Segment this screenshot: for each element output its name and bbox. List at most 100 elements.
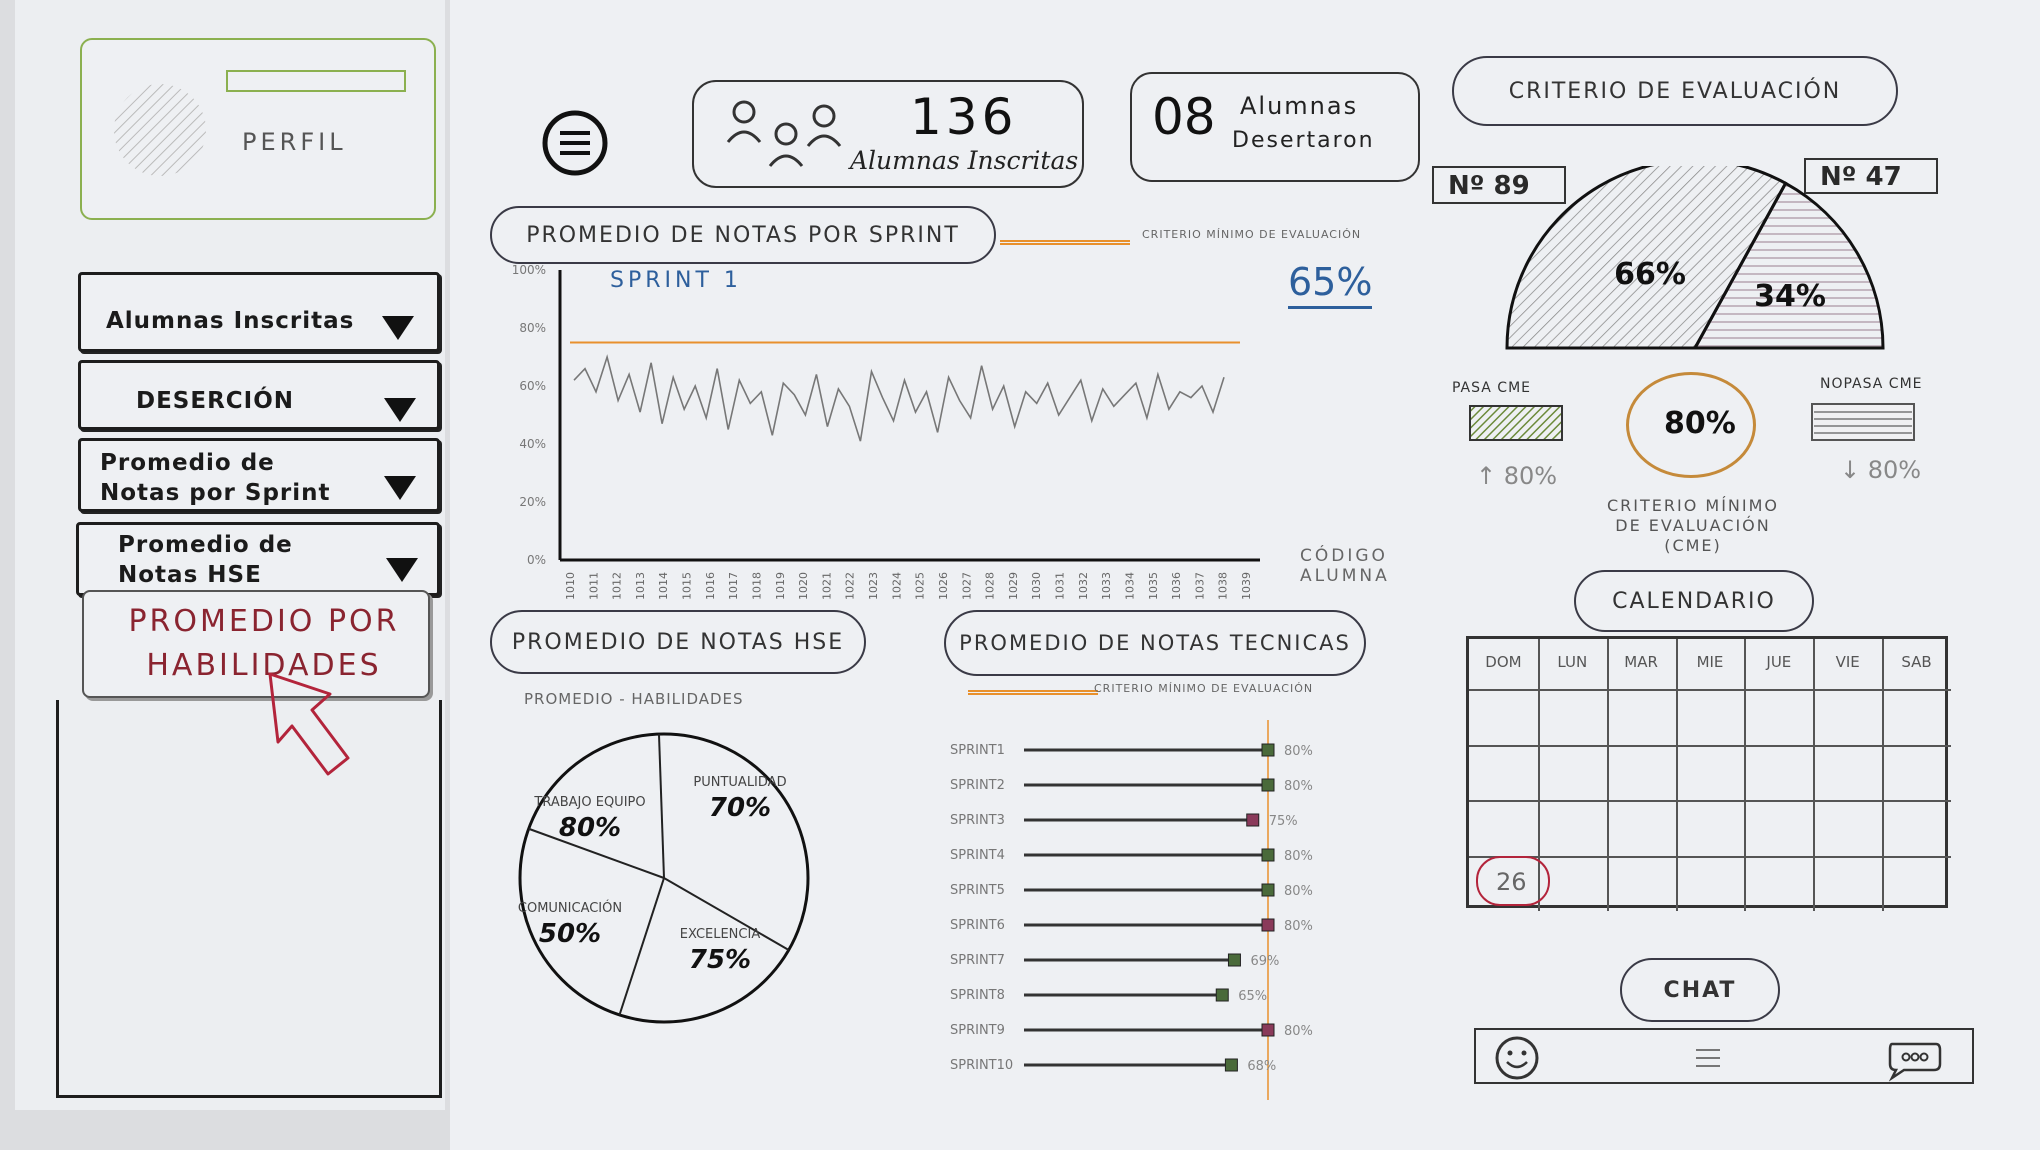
- menu-item-label: Promedio de Notas por Sprint: [100, 450, 331, 506]
- y-tick-label: 60%: [519, 379, 546, 393]
- dropped-label: Desertaron: [1232, 128, 1375, 153]
- x-tick-label: 1033: [1100, 572, 1113, 600]
- enrolled-card[interactable]: 136 Alumnas Inscritas: [692, 80, 1084, 188]
- sidebar-empty-panel: [56, 700, 442, 1098]
- nopass-swatch: [1811, 403, 1915, 441]
- pie-slice-value: 80%: [559, 813, 621, 843]
- x-tick-label: 1017: [727, 572, 740, 600]
- bar-category-label: SPRINT10: [950, 1058, 1013, 1073]
- x-tick-label: 1015: [681, 572, 694, 600]
- bar-category-label: SPRINT8: [950, 988, 1005, 1003]
- calendar-title[interactable]: CALENDARIO: [1574, 570, 1814, 632]
- gauge-value-pass: 66%: [1614, 257, 1686, 292]
- bar-end-marker: [1215, 988, 1229, 1002]
- x-tick-label: 1022: [844, 572, 857, 600]
- x-axis-label: CÓDIGO: [1300, 546, 1388, 566]
- cme-caption: DE EVALUACIÓN: [1615, 516, 1771, 535]
- bar-end-marker: [1227, 953, 1241, 967]
- sprint-line-chart: 0% 20% 40% 60% 80% 100% 1010 1011 1012 1013 1014 10…: [512, 263, 1260, 600]
- x-tick-label: 1030: [1030, 572, 1043, 600]
- enrolled-count: 136: [910, 88, 1018, 146]
- x-tick-label: 1038: [1217, 572, 1230, 600]
- x-tick-label: 1014: [657, 572, 670, 600]
- chevron-down-icon[interactable]: [384, 398, 416, 422]
- enrolled-label: Alumnas Inscritas: [850, 146, 1079, 175]
- calendar-day-label: 26: [1496, 868, 1527, 896]
- threshold-legend-label: CRITERIO MÍNIMO DE EVALUACIÓN: [1142, 228, 1362, 241]
- bar-value-label: 75%: [1269, 814, 1298, 829]
- hamburger-menu-icon[interactable]: [540, 108, 610, 178]
- chevron-down-icon[interactable]: [384, 476, 416, 500]
- menu-icon[interactable]: [1690, 1044, 1730, 1074]
- calendar-row-divider: [1469, 800, 1951, 802]
- x-tick-label: 1013: [634, 572, 647, 600]
- calendar-day-header: MAR: [1624, 653, 1658, 671]
- criteria-panel-title[interactable]: CRITERIO DE EVALUACIÓN: [1452, 56, 1898, 126]
- y-tick-label: 0%: [527, 553, 546, 567]
- x-tick-label: 1027: [960, 572, 973, 600]
- y-tick-label: 20%: [519, 495, 546, 509]
- submenu-promedio-habilidades[interactable]: PROMEDIO POR HABILIDADES: [82, 590, 430, 698]
- chevron-down-icon[interactable]: [382, 316, 414, 340]
- x-tick-label: 1018: [750, 572, 763, 600]
- tech-bar-chart: SPRINT1 80% SPRINT2 80% SPRINT3 75% SPRINT4 80%…: [950, 720, 1313, 1100]
- calendar-day-header: DOM: [1485, 653, 1522, 671]
- dropped-card[interactable]: 08 Alumnas Desertaron: [1130, 72, 1420, 182]
- calendar-day-header: LUN: [1557, 653, 1588, 671]
- profile-label: PERFIL: [242, 128, 347, 156]
- threshold-legend-label: CRITERIO MÍNIMO DE EVALUACIÓN: [1094, 682, 1314, 695]
- pie-slice-value: 70%: [709, 793, 771, 823]
- calendar-column-divider: [1813, 639, 1816, 911]
- calendar-column-divider: [1744, 639, 1747, 911]
- threshold-legend-line: [968, 690, 1098, 695]
- bar-value-label: 80%: [1284, 884, 1313, 899]
- profile-name-bar: [226, 70, 406, 92]
- bar-end-marker: [1261, 1023, 1275, 1037]
- pie-slice-value: 75%: [689, 945, 751, 975]
- calendar-day-header: SAB: [1901, 653, 1932, 671]
- criteria-gauge-chart: 66% 34%: [1505, 166, 1885, 350]
- hse-panel-title[interactable]: PROMEDIO DE NOTAS HSE: [490, 610, 866, 674]
- chat-input-bar[interactable]: [1474, 1028, 1974, 1084]
- x-tick-label: 1020: [797, 572, 810, 600]
- pie-slice-divider: [618, 877, 665, 1016]
- bar-value-label: 80%: [1284, 744, 1313, 759]
- users-icon: [726, 100, 842, 167]
- series-line: [573, 354, 1225, 442]
- calendar-column-divider: [1882, 639, 1885, 911]
- x-axis-label: ALUMNA: [1300, 566, 1390, 586]
- y-tick-label: 40%: [519, 437, 546, 451]
- x-tick-label: 1039: [1240, 572, 1253, 600]
- bar-end-marker: [1224, 1058, 1238, 1072]
- emoji-icon[interactable]: [1492, 1034, 1542, 1082]
- calendar-row-divider: [1469, 855, 1951, 858]
- chat-bubble-icon[interactable]: [1884, 1036, 1944, 1082]
- bar-category-label: SPRINT2: [950, 778, 1005, 793]
- x-tick-label: 1035: [1147, 572, 1160, 600]
- calendar-highlight-day[interactable]: 26: [1476, 856, 1550, 906]
- x-tick-label: 1032: [1077, 572, 1090, 600]
- sprint-panel-title[interactable]: PROMEDIO DE NOTAS POR SPRINT: [490, 206, 996, 264]
- x-tick-label: 1016: [704, 572, 717, 600]
- bar-category-label: SPRINT6: [950, 918, 1005, 933]
- pie-slice-label: COMUNICACIÓN: [518, 900, 622, 916]
- x-tick-label: 1010: [564, 572, 577, 600]
- bar-value-label: 68%: [1247, 1059, 1276, 1074]
- cme-value: 80%: [1664, 406, 1736, 441]
- chevron-down-icon[interactable]: [386, 558, 418, 582]
- y-tick-label: 100%: [512, 263, 546, 277]
- tech-panel-title[interactable]: PROMEDIO DE NOTAS TECNICAS: [944, 610, 1366, 676]
- profile-card[interactable]: PERFIL: [80, 38, 436, 220]
- x-tick-label: 1012: [611, 572, 624, 600]
- pie-slice-label: EXCELENCIA: [680, 927, 761, 942]
- bar-end-marker: [1261, 883, 1275, 897]
- cme-caption: (CME): [1664, 536, 1722, 555]
- chat-button[interactable]: CHAT: [1620, 958, 1780, 1022]
- threshold-legend-line: [1000, 240, 1130, 245]
- calendar-row-divider: [1469, 689, 1951, 691]
- avatar-icon: [114, 84, 206, 176]
- pie-slice-value: 50%: [539, 919, 601, 949]
- x-tick-label: 1037: [1193, 572, 1206, 600]
- x-tick-label: 1019: [774, 572, 787, 600]
- dropped-label: Alumnas: [1240, 92, 1359, 120]
